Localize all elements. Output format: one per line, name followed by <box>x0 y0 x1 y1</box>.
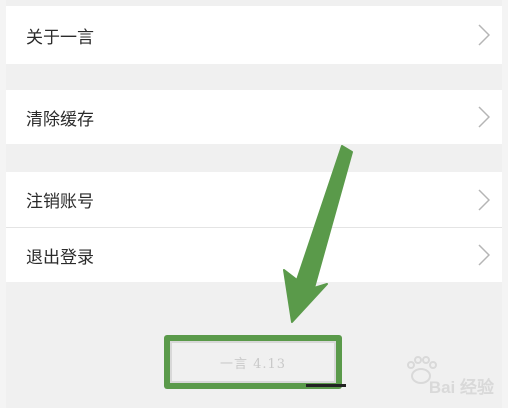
watermark-text: Bai 经验 <box>428 378 494 397</box>
arrow-down-annotation <box>283 145 353 323</box>
